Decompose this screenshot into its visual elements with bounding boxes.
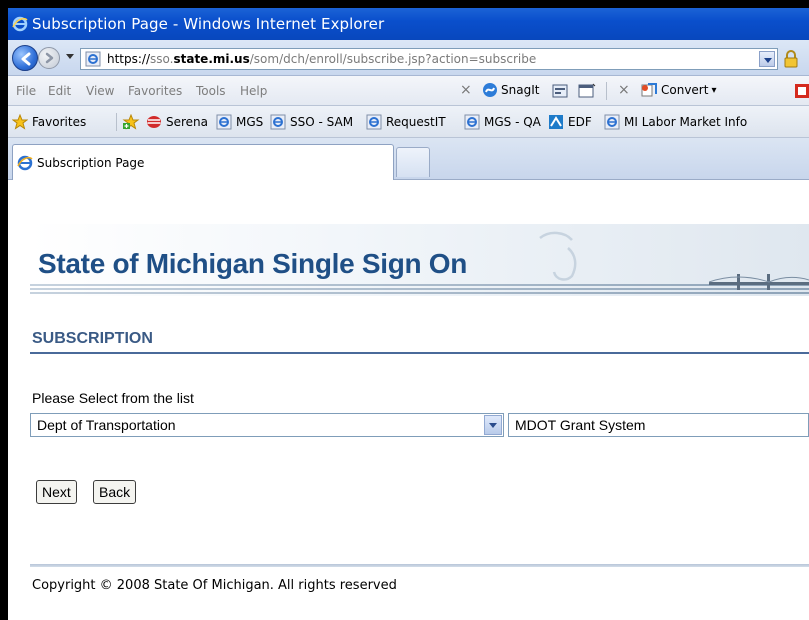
- menu-help[interactable]: Help: [240, 84, 267, 98]
- ie-page-icon: [366, 114, 382, 130]
- serena-icon: [147, 116, 161, 128]
- favorite-label: Serena: [166, 115, 209, 129]
- menu-tools[interactable]: Tools: [196, 84, 226, 98]
- footer-divider: [30, 564, 809, 567]
- window-title: Subscription Page - Windows Internet Exp…: [32, 15, 385, 33]
- new-tab-button[interactable]: [396, 147, 430, 177]
- favorites-separator: [116, 113, 117, 131]
- menu-view[interactable]: View: [86, 84, 114, 98]
- capture-icon[interactable]: [552, 83, 568, 99]
- department-select[interactable]: Dept of Transportation: [30, 413, 504, 437]
- ie-page-icon: [85, 51, 101, 67]
- next-button[interactable]: Next: [36, 480, 77, 504]
- tab-bar: Subscription Page: [8, 138, 809, 180]
- address-input[interactable]: https://sso. state.mi.us/som/dch/enroll/s…: [80, 48, 778, 70]
- menu-file[interactable]: File: [16, 84, 36, 98]
- url-host-prefix: sso.: [150, 52, 174, 66]
- close-icon[interactable]: ×: [460, 82, 472, 98]
- address-dropdown-icon[interactable]: [759, 51, 775, 67]
- url-scheme: https://: [107, 52, 151, 66]
- section-title: SUBSCRIPTION: [32, 330, 153, 347]
- ie-page-icon: [216, 114, 232, 130]
- bridge-icon: [709, 274, 809, 290]
- screen-frame: Subscription Page - Windows Internet Exp…: [0, 0, 809, 620]
- back-button[interactable]: Back: [93, 480, 137, 504]
- chevron-down-icon[interactable]: [484, 415, 502, 435]
- title-bar: Subscription Page - Windows Internet Exp…: [8, 8, 809, 40]
- url-path: /som/dch/enroll/subscribe.jsp?action=sub…: [249, 52, 537, 66]
- edf-icon: [549, 115, 563, 129]
- department-select-value: Dept of Transportation: [37, 417, 176, 433]
- favorite-label: RequestIT: [386, 115, 446, 129]
- menu-edit[interactable]: Edit: [48, 84, 71, 98]
- back-arrow-icon: [21, 52, 31, 66]
- copyright-footer: Copyright © 2008 State Of Michigan. All …: [32, 578, 397, 593]
- capture-window-icon[interactable]: [578, 83, 596, 99]
- ie-page-icon: [604, 114, 620, 130]
- chevron-down-icon: ▾: [711, 84, 717, 96]
- convert-icon: [641, 83, 657, 97]
- snagit-icon: [483, 83, 497, 97]
- system-select[interactable]: MDOT Grant System: [508, 413, 809, 437]
- favorite-link-mgs[interactable]: MGS: [216, 114, 263, 130]
- header-banner: State of Michigan Single Sign On: [30, 224, 809, 296]
- tab-subscription-page[interactable]: Subscription Page: [12, 144, 394, 180]
- favorites-bar: Favorites Serena MGS SSO - SAM RequestIT…: [8, 106, 809, 138]
- system-select-value: MDOT Grant System: [515, 417, 646, 433]
- favorite-link-mi-labor-market-info[interactable]: MI Labor Market Info: [604, 114, 747, 130]
- menu-favorites[interactable]: Favorites: [128, 84, 182, 98]
- pdf-icon[interactable]: [794, 83, 809, 99]
- favorite-link-edf[interactable]: EDF: [548, 114, 592, 130]
- tab-label: Subscription Page: [37, 155, 145, 170]
- banner-title: State of Michigan Single Sign On: [38, 248, 468, 279]
- url-host: state.mi.us: [173, 52, 250, 66]
- back-button[interactable]: [12, 45, 38, 71]
- ie-page-icon: [464, 114, 480, 130]
- favorite-link-requestit[interactable]: RequestIT: [366, 114, 446, 130]
- lock-icon[interactable]: [783, 50, 799, 68]
- address-toolbar: https://sso. state.mi.us/som/dch/enroll/s…: [8, 40, 809, 76]
- browser-window: Subscription Page - Windows Internet Exp…: [8, 8, 809, 620]
- ie-icon: [17, 155, 33, 171]
- favorites-label: Favorites: [32, 115, 87, 129]
- ie-page-icon: [270, 114, 286, 130]
- forward-button[interactable]: [38, 47, 60, 69]
- favorite-label: SSO - SAM: [290, 115, 354, 129]
- favorite-link-sso-sam[interactable]: SSO - SAM: [270, 114, 353, 130]
- page-content: State of Michigan Single Sign On SUBSCRI…: [8, 180, 809, 620]
- convert-label: Convert: [661, 83, 709, 97]
- favorite-label: MGS: [236, 115, 264, 129]
- michigan-outline-icon: [539, 231, 577, 281]
- ie-icon: [12, 16, 28, 32]
- add-favorite-icon[interactable]: [122, 114, 140, 130]
- select-prompt: Please Select from the list: [32, 390, 194, 406]
- favorite-link-serena[interactable]: Serena: [146, 114, 208, 130]
- favorite-label: MI Labor Market Info: [624, 115, 748, 129]
- toolbar-separator: [606, 82, 607, 100]
- favorites-button[interactable]: Favorites: [12, 114, 86, 130]
- star-icon: [12, 114, 28, 130]
- close-icon[interactable]: ×: [618, 82, 630, 98]
- favorite-link-mgs-qa[interactable]: MGS - QA: [464, 114, 541, 130]
- history-dropdown-icon[interactable]: [66, 54, 74, 59]
- banner-stripes: [30, 282, 809, 296]
- menu-bar: File Edit View Favorites Tools Help × Sn…: [8, 76, 809, 106]
- snagit-label: SnagIt: [501, 83, 540, 97]
- snagit-button[interactable]: SnagIt: [482, 82, 539, 98]
- favorite-label: MGS - QA: [484, 115, 541, 129]
- convert-button[interactable]: Convert ▾: [640, 82, 716, 98]
- section-divider: [30, 352, 809, 354]
- favorite-label: EDF: [568, 115, 592, 129]
- forward-arrow-icon: [45, 52, 54, 64]
